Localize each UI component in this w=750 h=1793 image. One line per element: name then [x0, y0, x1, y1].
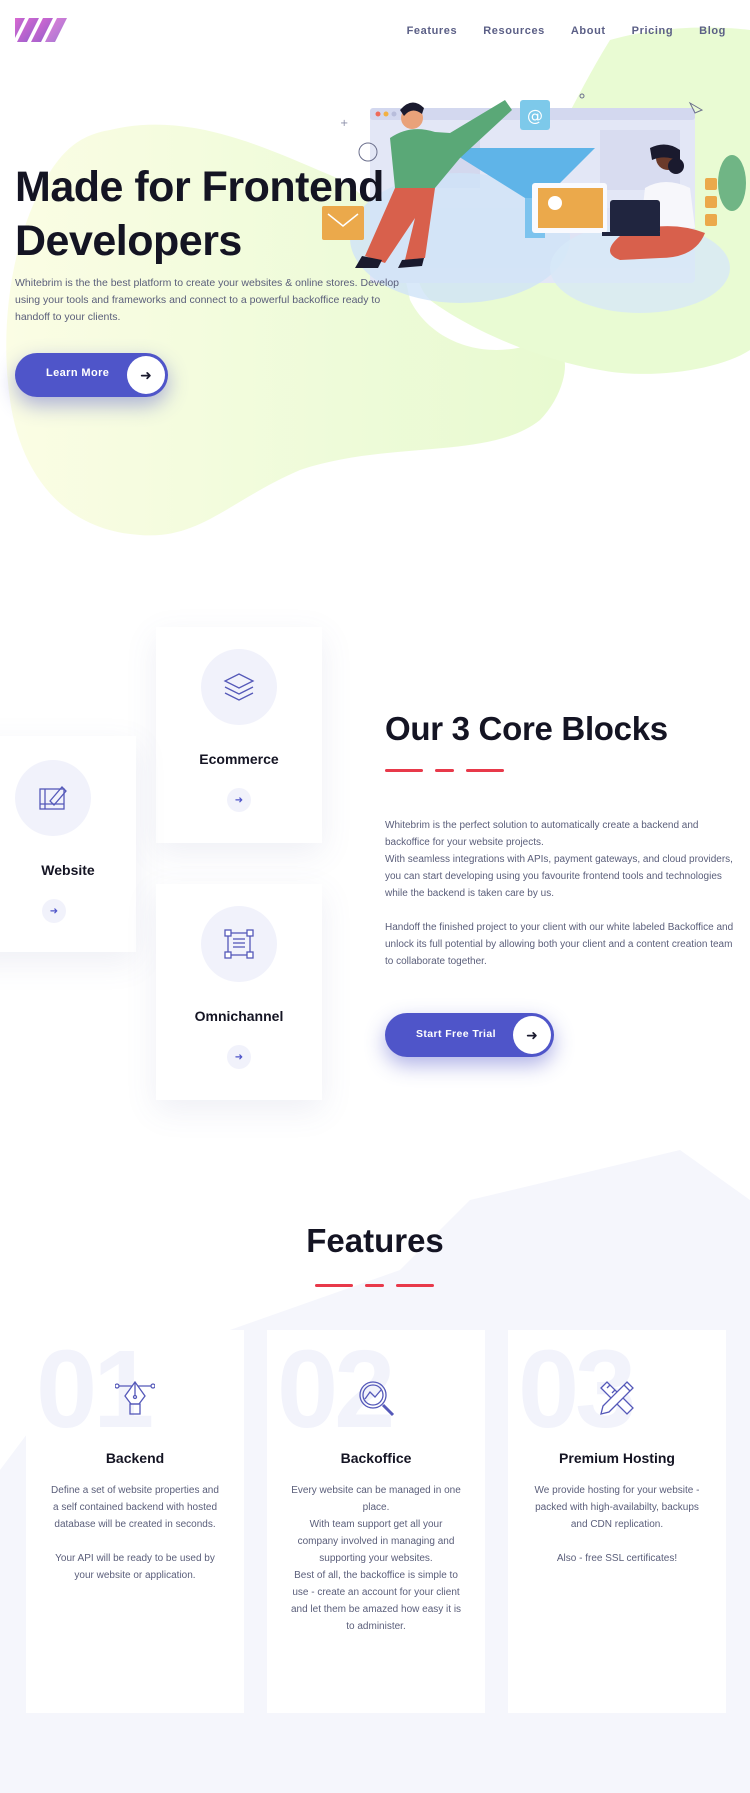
core-blocks-description: Whitebrim is the perfect solution to aut…: [385, 817, 735, 987]
feature-text-line: use - create an account for your client: [292, 1587, 460, 1598]
feature-text-line: [526, 1533, 708, 1550]
hero-title: Made for Frontend Developers: [15, 163, 384, 265]
feature-text-line: We provide hosting for your website -: [534, 1485, 700, 1496]
feature-text-line: Every website can be managed in one: [291, 1485, 461, 1496]
card-title-omnichannel: Omnichannel: [194, 1008, 284, 1024]
feature-text-line: supporting your websites.: [319, 1553, 433, 1564]
start-free-trial-button[interactable]: Start Free Trial ➜: [385, 1013, 554, 1057]
feature-text-backoffice: Every website can be managed in one plac…: [285, 1482, 467, 1635]
learn-more-label: Learn More: [46, 367, 110, 379]
feature-text-line: place.: [362, 1502, 390, 1513]
feature-card-backend: 01 Backend Define a set of website prope…: [26, 1330, 244, 1713]
core-paragraph-2: Handoff the finished project to your cli…: [385, 922, 734, 967]
feature-card-premium-hosting: 03 Premium Hosting We provide hosting fo…: [508, 1330, 726, 1713]
nav-link-features[interactable]: Features: [407, 25, 458, 37]
feature-card-backoffice: 02 Backoffice Every website can be manag…: [267, 1330, 485, 1713]
feature-text-line: Best of all, the backoffice is simple to: [294, 1570, 458, 1581]
feature-text-line: database will be created in seconds.: [54, 1519, 216, 1530]
card-title-ecommerce: Ecommerce: [199, 751, 279, 767]
learn-more-button[interactable]: Learn More ➜: [15, 353, 168, 397]
pen-tool-icon: [115, 1380, 155, 1415]
feature-text-line: and CDN replication.: [570, 1519, 664, 1530]
feature-text-line: company involved in managing and: [297, 1536, 455, 1547]
feature-title-premium-hosting: Premium Hosting: [559, 1450, 675, 1466]
features-title: Features: [306, 1222, 444, 1259]
features-underline-decoration: [315, 1284, 434, 1287]
nav-link-pricing[interactable]: Pricing: [632, 25, 674, 37]
feature-text-premium-hosting: We provide hosting for your website - pa…: [526, 1482, 708, 1567]
feature-title-backend: Backend: [105, 1450, 165, 1466]
layers-icon: [201, 649, 277, 725]
stripes-logo-icon[interactable]: [15, 18, 71, 44]
feature-text-backend: Define a set of website properties and a…: [44, 1482, 226, 1584]
core-card-ecommerce[interactable]: Ecommerce ➜: [156, 627, 322, 843]
core-paragraph-1: Whitebrim is the perfect solution to aut…: [385, 820, 733, 899]
title-underline-decoration: [385, 769, 504, 772]
card-title-website: Website: [41, 862, 95, 878]
core-card-website[interactable]: Website ➜: [0, 736, 136, 952]
core-blocks-title: Our 3 Core Blocks: [385, 710, 668, 747]
card-arrow-ecommerce[interactable]: ➜: [227, 788, 251, 812]
feature-text-line: [44, 1533, 226, 1550]
pencil-ruler-icon: [600, 1381, 634, 1415]
layout-frame-icon: [201, 906, 277, 982]
card-arrow-website[interactable]: ➜: [42, 899, 66, 923]
feature-text-line: your website or application.: [74, 1570, 196, 1581]
feature-text-line: Also - free SSL certificates!: [556, 1553, 678, 1564]
design-board-icon: [15, 760, 91, 836]
start-free-trial-label: Start Free Trial: [416, 1028, 496, 1040]
nav-link-about[interactable]: About: [571, 25, 606, 37]
arrow-right-icon: ➜: [127, 356, 165, 394]
feature-title-backoffice: Backoffice: [340, 1450, 412, 1466]
main-nav: Features Resources About Pricing Blog: [407, 25, 726, 37]
feature-text-line: packed with high-availabilty, backups: [535, 1502, 699, 1513]
svg-text:+: +: [340, 118, 348, 129]
nav-link-resources[interactable]: Resources: [483, 25, 545, 37]
magnifier-chart-icon: [359, 1381, 395, 1417]
feature-text-line: to administer.: [346, 1621, 406, 1632]
core-card-omnichannel[interactable]: Omnichannel ➜: [156, 884, 322, 1100]
feature-text-line: and let them be amazed how easy it is: [290, 1604, 462, 1615]
feature-text-line: Your API will be ready to be used by: [55, 1553, 215, 1564]
feature-text-line: Define a set of website properties and: [51, 1485, 219, 1496]
feature-text-line: With team support get all your: [309, 1519, 443, 1530]
feature-text-line: a self contained backend with hosted: [53, 1502, 217, 1513]
card-arrow-omnichannel[interactable]: ➜: [227, 1045, 251, 1069]
nav-link-blog[interactable]: Blog: [699, 25, 726, 37]
hero-description: Whitebrim is the the best platform to cr…: [15, 277, 400, 323]
svg-text:@: @: [527, 106, 543, 125]
arrow-right-icon: ➜: [513, 1016, 551, 1054]
